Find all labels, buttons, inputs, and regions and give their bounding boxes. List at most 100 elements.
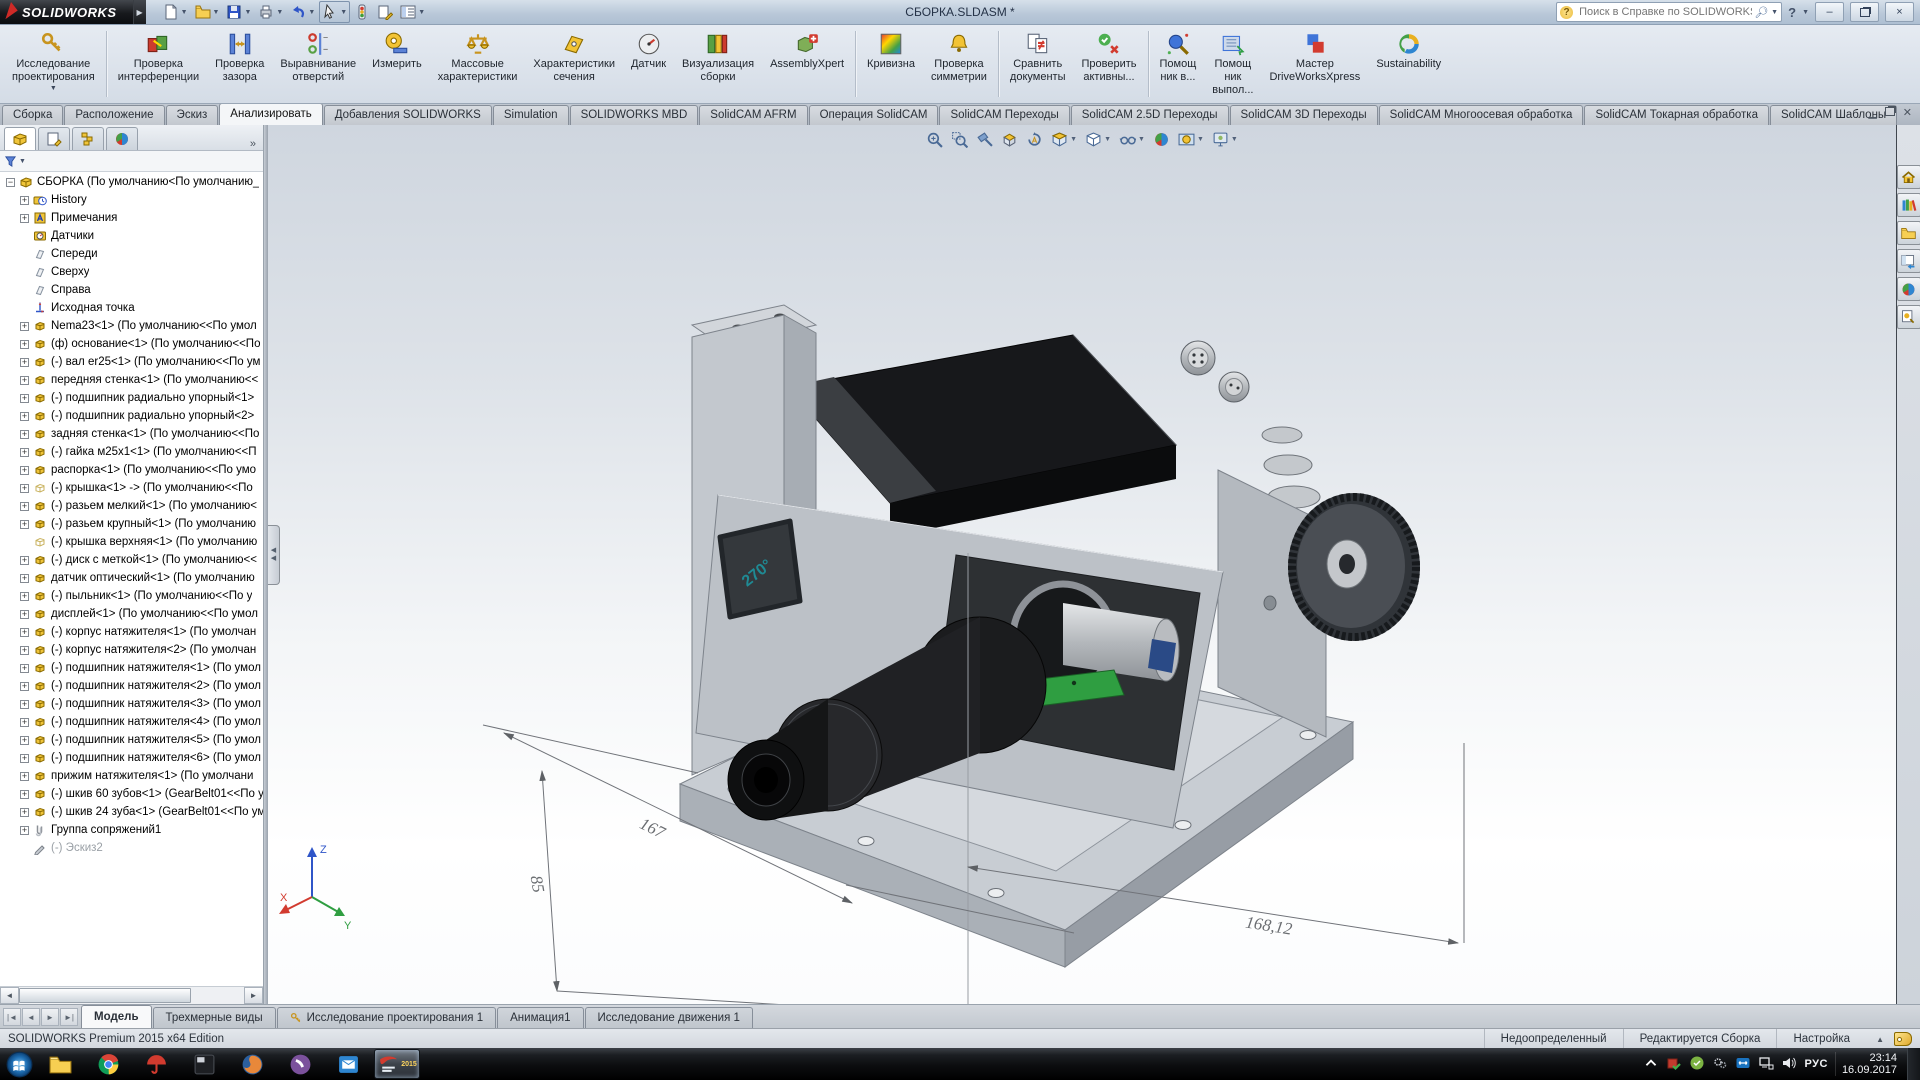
tree-item[interactable]: +(-) диск с меткой<1> (По умолчанию<< bbox=[0, 551, 263, 569]
expand-plus-icon[interactable]: + bbox=[20, 646, 29, 655]
dropdown-icon[interactable]: ▼ bbox=[181, 9, 188, 16]
design-library-button[interactable] bbox=[1897, 221, 1920, 245]
dropdown-icon[interactable]: ▼ bbox=[50, 85, 57, 92]
gears-tray-tray-icon[interactable] bbox=[1712, 1055, 1728, 1074]
tree-item[interactable]: +(-) подшипник натяжителя<5> (По умол bbox=[0, 731, 263, 749]
tray-expand-tray-icon[interactable] bbox=[1643, 1055, 1659, 1074]
ribbon-button-symmetry-check[interactable]: Проверкасимметрии bbox=[923, 27, 995, 101]
windows-explorer-taskbar-button[interactable] bbox=[38, 1050, 82, 1078]
tree-item[interactable]: +(-) подшипник натяжителя<1> (По умол bbox=[0, 659, 263, 677]
dropdown-icon[interactable]: ▼ bbox=[340, 9, 347, 16]
expand-plus-icon[interactable]: + bbox=[20, 556, 29, 565]
ribbon-button-import-diagnostics[interactable]: Помощник в... bbox=[1152, 27, 1205, 101]
hide-show-items-button[interactable]: ▼ bbox=[1116, 129, 1148, 150]
tree-item[interactable]: −СБОРКА (По умолчанию<По умолчанию_ bbox=[0, 173, 263, 191]
tab-solidcam-многоосевая-обработка[interactable]: SolidCAM Многоосевая обработка bbox=[1379, 105, 1584, 125]
panel-overflow-chevron[interactable]: » bbox=[250, 138, 259, 150]
expand-plus-icon[interactable]: + bbox=[20, 628, 29, 637]
tree-item[interactable]: Датчики bbox=[0, 227, 263, 245]
home-button[interactable] bbox=[1897, 165, 1920, 189]
tab-solidcam-afrm[interactable]: SolidCAM AFRM bbox=[699, 105, 807, 125]
zoom-fit-button[interactable] bbox=[923, 129, 946, 150]
section-view-button[interactable] bbox=[998, 129, 1021, 150]
doc-tab[interactable]: Анимация1 bbox=[497, 1007, 583, 1029]
tree-item[interactable]: Исходная точка bbox=[0, 299, 263, 317]
expand-plus-icon[interactable]: + bbox=[20, 664, 29, 673]
expand-minus-icon[interactable]: − bbox=[6, 178, 15, 187]
tab-solidworks-mbd[interactable]: SOLIDWORKS MBD bbox=[570, 105, 699, 125]
display-style-button[interactable]: ▼ bbox=[1082, 129, 1114, 150]
save-button[interactable]: ▼ bbox=[223, 1, 254, 23]
tree-item[interactable]: +Примечания bbox=[0, 209, 263, 227]
appearances-scenes-button[interactable] bbox=[1897, 305, 1920, 329]
expand-plus-icon[interactable]: + bbox=[20, 196, 29, 205]
dropdown-icon[interactable]: ▼ bbox=[308, 9, 315, 16]
assembly-model[interactable]: 270° 167 85 bbox=[268, 125, 1896, 1004]
expand-plus-icon[interactable]: + bbox=[20, 682, 29, 691]
expand-plus-icon[interactable]: + bbox=[20, 772, 29, 781]
tree-horizontal-scrollbar[interactable]: ◄ ► bbox=[0, 986, 263, 1004]
tab-добавления-solidworks[interactable]: Добавления SOLIDWORKS bbox=[324, 105, 492, 125]
propertymanager-tab[interactable] bbox=[38, 127, 70, 150]
status-item[interactable]: Настройка bbox=[1776, 1029, 1866, 1049]
tab-анализировать[interactable]: Анализировать bbox=[219, 103, 322, 125]
edit-appearance-button[interactable] bbox=[1150, 129, 1173, 150]
doc-tab[interactable]: Исследование движения 1 bbox=[585, 1007, 753, 1029]
expand-plus-icon[interactable]: + bbox=[20, 826, 29, 835]
search-dropdown-icon[interactable]: ▼ bbox=[1771, 9, 1778, 16]
dropdown-icon[interactable]: ▼ bbox=[1197, 136, 1204, 143]
tree-item[interactable]: +передняя стенка<1> (По умолчанию<< bbox=[0, 371, 263, 389]
tree-item[interactable]: Справа bbox=[0, 281, 263, 299]
last-tab-button[interactable]: ►| bbox=[60, 1008, 78, 1026]
file-explorer-button[interactable] bbox=[1897, 249, 1920, 273]
teamviewer-tray-icon[interactable] bbox=[1735, 1055, 1751, 1074]
select-button[interactable]: ▼ bbox=[319, 1, 350, 23]
dropdown-icon[interactable]: ▼ bbox=[1138, 136, 1145, 143]
expand-plus-icon[interactable]: + bbox=[20, 754, 29, 763]
dropdown-icon[interactable]: ▼ bbox=[1231, 136, 1238, 143]
firefox-taskbar-button[interactable] bbox=[230, 1050, 274, 1078]
ribbon-button-assembly-xpert[interactable]: AssemblyXpert bbox=[762, 27, 852, 101]
expand-plus-icon[interactable]: + bbox=[20, 376, 29, 385]
xpert-options-button[interactable] bbox=[351, 1, 373, 23]
ribbon-button-section-props[interactable]: Характеристикисечения bbox=[525, 27, 623, 101]
tree-item[interactable]: +(-) подшипник натяжителя<2> (По умол bbox=[0, 677, 263, 695]
network-tray-icon[interactable] bbox=[1758, 1055, 1774, 1074]
tree-item[interactable]: +(-) гайка м25х1<1> (По умолчанию<<П bbox=[0, 443, 263, 461]
tree-item[interactable]: +(-) подшипник радиально упорный<2> bbox=[0, 407, 263, 425]
zoom-area-button[interactable] bbox=[948, 129, 971, 150]
windows-mail-taskbar-button[interactable] bbox=[326, 1050, 370, 1078]
tab-операция-solidcam[interactable]: Операция SolidCAM bbox=[809, 105, 939, 125]
dropdown-icon[interactable]: ▼ bbox=[244, 9, 251, 16]
tree-item[interactable]: +Nema23<1> (По умолчанию<<По умол bbox=[0, 317, 263, 335]
task-panel-button[interactable]: ▼ bbox=[397, 1, 428, 23]
restore-button[interactable] bbox=[1850, 2, 1879, 22]
tree-item[interactable]: +(-) корпус натяжителя<2> (По умолчан bbox=[0, 641, 263, 659]
first-tab-button[interactable]: |◄ bbox=[3, 1008, 21, 1026]
doc-restore-button[interactable] bbox=[1885, 107, 1895, 119]
clock[interactable]: 23:1416.09.2017 bbox=[1835, 1052, 1897, 1076]
apply-scene-button[interactable]: ▼ bbox=[1175, 129, 1207, 150]
help-button[interactable]: ? bbox=[1788, 5, 1796, 20]
tab-solidcam-переходы[interactable]: SolidCAM Переходы bbox=[939, 105, 1069, 125]
tree-item[interactable]: +(-) подшипник натяжителя<6> (По умол bbox=[0, 749, 263, 767]
tree-item[interactable]: +прижим натяжителя<1> (По умолчани bbox=[0, 767, 263, 785]
tree-item[interactable]: +(-) шкив 60 зубов<1> (GearBelt01<<По у bbox=[0, 785, 263, 803]
model-angle-plate[interactable]: 270° bbox=[720, 521, 800, 617]
expand-plus-icon[interactable]: + bbox=[20, 412, 29, 421]
next-tab-button[interactable]: ► bbox=[41, 1008, 59, 1026]
view-palette-button[interactable] bbox=[1897, 277, 1920, 301]
menu-flyout-arrow[interactable]: ▶ bbox=[133, 0, 146, 24]
expand-plus-icon[interactable]: + bbox=[20, 394, 29, 403]
scroll-left-button[interactable]: ◄ bbox=[0, 987, 19, 1004]
expand-plus-icon[interactable]: + bbox=[20, 718, 29, 727]
expand-plus-icon[interactable]: + bbox=[20, 322, 29, 331]
ribbon-button-performance-wizard[interactable]: Помощниквыпол... bbox=[1204, 27, 1261, 101]
tab-расположение[interactable]: Расположение bbox=[64, 105, 164, 125]
model-blue-part[interactable] bbox=[1148, 639, 1176, 673]
tree-item[interactable]: +задняя стенка<1> (По умолчанию<<По bbox=[0, 425, 263, 443]
solidworks-2015-taskbar-button[interactable]: 2015 bbox=[374, 1049, 420, 1079]
dropdown-icon[interactable]: ▼ bbox=[418, 9, 425, 16]
tree-item[interactable]: +(ф) основание<1> (По умолчанию<<По bbox=[0, 335, 263, 353]
tab-simulation[interactable]: Simulation bbox=[493, 105, 569, 125]
